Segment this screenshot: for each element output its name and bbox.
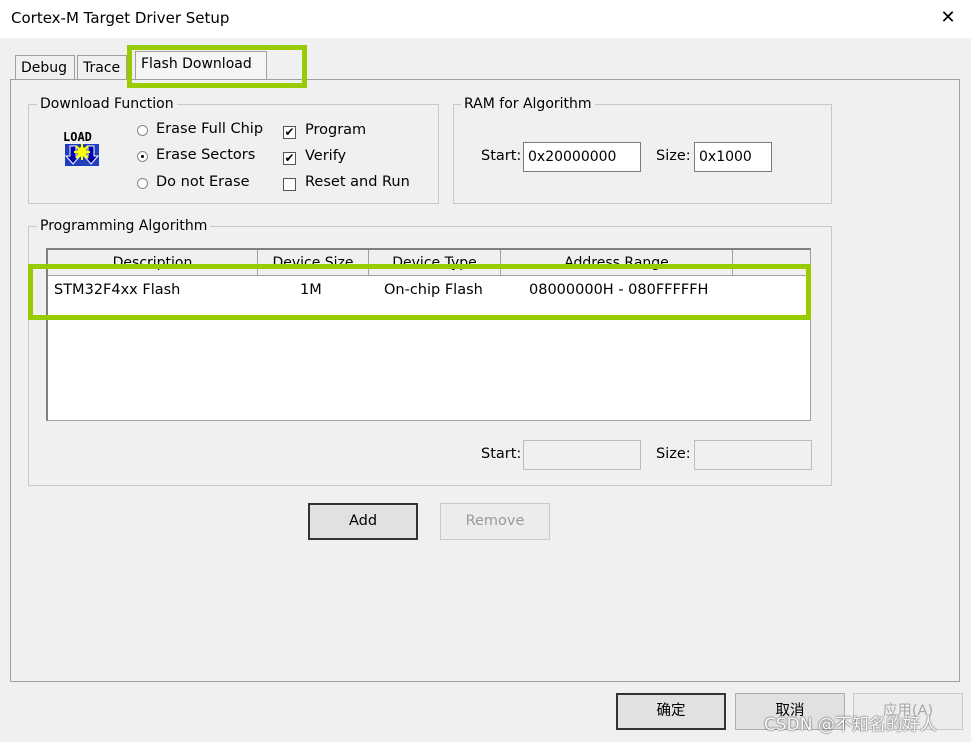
ram-start-input[interactable]: 0x20000000 bbox=[523, 142, 641, 172]
erase-sectors-radio[interactable] bbox=[137, 151, 148, 162]
download-function-title: Download Function bbox=[37, 96, 177, 112]
load-icon: LOAD bbox=[62, 128, 102, 168]
tab-debug[interactable]: Debug bbox=[15, 55, 75, 79]
do-not-erase-radio[interactable] bbox=[137, 178, 148, 189]
ram-size-input[interactable]: 0x1000 bbox=[694, 142, 772, 172]
load-icon-text: LOAD bbox=[63, 130, 92, 144]
window-title: Cortex-M Target Driver Setup bbox=[11, 9, 230, 27]
verify-label: Verify bbox=[305, 148, 347, 164]
ram-start-label: Start: bbox=[481, 148, 522, 164]
tab-highlight-box bbox=[127, 45, 307, 88]
ram-size-label: Size: bbox=[656, 148, 691, 164]
add-button[interactable]: Add bbox=[308, 503, 418, 540]
algorithm-start-input[interactable] bbox=[523, 440, 641, 470]
row-highlight-box bbox=[28, 264, 811, 320]
remove-button[interactable]: Remove bbox=[440, 503, 550, 540]
erase-sectors-label: Erase Sectors bbox=[156, 147, 256, 163]
verify-checkbox[interactable]: ✔ bbox=[283, 152, 296, 165]
do-not-erase-label: Do not Erase bbox=[156, 174, 250, 190]
tab-trace[interactable]: Trace bbox=[77, 55, 127, 79]
erase-full-chip-radio[interactable] bbox=[137, 125, 148, 136]
tab-trace-label: Trace bbox=[83, 60, 121, 76]
algorithm-size-input[interactable] bbox=[694, 440, 812, 470]
algorithm-size-label: Size: bbox=[656, 446, 691, 462]
erase-full-chip-label: Erase Full Chip bbox=[156, 121, 264, 137]
watermark: CSDN @不知名的好人 bbox=[764, 715, 937, 735]
ok-button[interactable]: 确定 bbox=[616, 693, 726, 730]
algorithm-start-label: Start: bbox=[481, 446, 522, 462]
tab-debug-label: Debug bbox=[21, 60, 68, 76]
close-icon[interactable]: ✕ bbox=[934, 4, 962, 32]
ram-for-algorithm-title: RAM for Algorithm bbox=[461, 96, 595, 112]
reset-and-run-label: Reset and Run bbox=[305, 174, 410, 190]
program-checkbox[interactable]: ✔ bbox=[283, 126, 296, 139]
program-label: Program bbox=[305, 122, 367, 138]
programming-algorithm-title: Programming Algorithm bbox=[37, 218, 211, 234]
reset-and-run-checkbox[interactable] bbox=[283, 178, 296, 191]
